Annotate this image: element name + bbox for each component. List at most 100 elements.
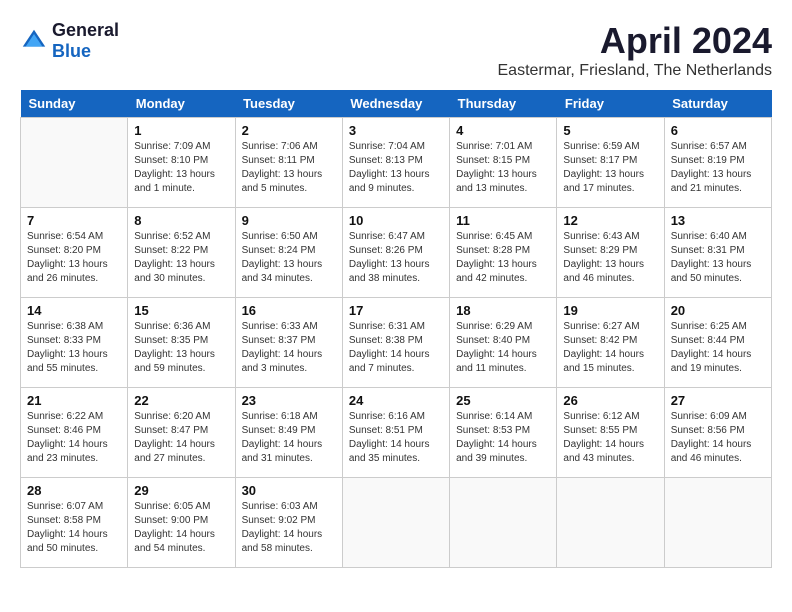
sunrise-text: Sunrise: 6:29 AM	[456, 320, 550, 334]
logo-icon	[20, 27, 48, 55]
day-number: 29	[134, 483, 228, 498]
sunrise-text: Sunrise: 6:45 AM	[456, 230, 550, 244]
calendar-cell	[21, 118, 128, 208]
calendar-body: 1 Sunrise: 7:09 AM Sunset: 8:10 PM Dayli…	[21, 118, 772, 568]
calendar-cell: 1 Sunrise: 7:09 AM Sunset: 8:10 PM Dayli…	[128, 118, 235, 208]
cell-info: Sunrise: 6:33 AM Sunset: 8:37 PM Dayligh…	[242, 320, 336, 376]
daylight-text: Daylight: 13 hours and 17 minutes.	[563, 168, 657, 196]
sunset-text: Sunset: 8:20 PM	[27, 244, 121, 258]
daylight-text: Daylight: 13 hours and 59 minutes.	[134, 348, 228, 376]
sunset-text: Sunset: 8:29 PM	[563, 244, 657, 258]
cell-info: Sunrise: 6:52 AM Sunset: 8:22 PM Dayligh…	[134, 230, 228, 286]
sunset-text: Sunset: 8:51 PM	[349, 424, 443, 438]
cell-info: Sunrise: 6:09 AM Sunset: 8:56 PM Dayligh…	[671, 410, 765, 466]
calendar-cell: 21 Sunrise: 6:22 AM Sunset: 8:46 PM Dayl…	[21, 388, 128, 478]
daylight-text: Daylight: 14 hours and 54 minutes.	[134, 528, 228, 556]
calendar-cell	[450, 478, 557, 568]
weekday-header-cell: Wednesday	[342, 90, 449, 118]
sunrise-text: Sunrise: 6:31 AM	[349, 320, 443, 334]
sunrise-text: Sunrise: 6:03 AM	[242, 500, 336, 514]
weekday-header-cell: Friday	[557, 90, 664, 118]
daylight-text: Daylight: 13 hours and 50 minutes.	[671, 258, 765, 286]
sunrise-text: Sunrise: 6:27 AM	[563, 320, 657, 334]
cell-info: Sunrise: 6:29 AM Sunset: 8:40 PM Dayligh…	[456, 320, 550, 376]
calendar-cell: 16 Sunrise: 6:33 AM Sunset: 8:37 PM Dayl…	[235, 298, 342, 388]
calendar-cell: 27 Sunrise: 6:09 AM Sunset: 8:56 PM Dayl…	[664, 388, 771, 478]
daylight-text: Daylight: 13 hours and 1 minute.	[134, 168, 228, 196]
daylight-text: Daylight: 13 hours and 21 minutes.	[671, 168, 765, 196]
cell-info: Sunrise: 6:05 AM Sunset: 9:00 PM Dayligh…	[134, 500, 228, 556]
calendar-cell: 15 Sunrise: 6:36 AM Sunset: 8:35 PM Dayl…	[128, 298, 235, 388]
sunset-text: Sunset: 8:53 PM	[456, 424, 550, 438]
cell-info: Sunrise: 6:27 AM Sunset: 8:42 PM Dayligh…	[563, 320, 657, 376]
calendar-cell: 5 Sunrise: 6:59 AM Sunset: 8:17 PM Dayli…	[557, 118, 664, 208]
day-number: 14	[27, 303, 121, 318]
sunrise-text: Sunrise: 6:43 AM	[563, 230, 657, 244]
day-number: 13	[671, 213, 765, 228]
cell-info: Sunrise: 6:03 AM Sunset: 9:02 PM Dayligh…	[242, 500, 336, 556]
sunset-text: Sunset: 8:13 PM	[349, 154, 443, 168]
weekday-header-cell: Sunday	[21, 90, 128, 118]
sunrise-text: Sunrise: 6:16 AM	[349, 410, 443, 424]
daylight-text: Daylight: 14 hours and 58 minutes.	[242, 528, 336, 556]
day-number: 26	[563, 393, 657, 408]
sunrise-text: Sunrise: 7:09 AM	[134, 140, 228, 154]
sunrise-text: Sunrise: 6:38 AM	[27, 320, 121, 334]
sunrise-text: Sunrise: 7:01 AM	[456, 140, 550, 154]
cell-info: Sunrise: 6:12 AM Sunset: 8:55 PM Dayligh…	[563, 410, 657, 466]
cell-info: Sunrise: 7:09 AM Sunset: 8:10 PM Dayligh…	[134, 140, 228, 196]
day-number: 3	[349, 123, 443, 138]
cell-info: Sunrise: 7:01 AM Sunset: 8:15 PM Dayligh…	[456, 140, 550, 196]
weekday-header-cell: Thursday	[450, 90, 557, 118]
sunset-text: Sunset: 8:35 PM	[134, 334, 228, 348]
daylight-text: Daylight: 14 hours and 27 minutes.	[134, 438, 228, 466]
cell-info: Sunrise: 6:47 AM Sunset: 8:26 PM Dayligh…	[349, 230, 443, 286]
calendar-cell: 12 Sunrise: 6:43 AM Sunset: 8:29 PM Dayl…	[557, 208, 664, 298]
day-number: 18	[456, 303, 550, 318]
sunset-text: Sunset: 8:47 PM	[134, 424, 228, 438]
cell-info: Sunrise: 6:22 AM Sunset: 8:46 PM Dayligh…	[27, 410, 121, 466]
sunset-text: Sunset: 8:55 PM	[563, 424, 657, 438]
calendar-cell: 24 Sunrise: 6:16 AM Sunset: 8:51 PM Dayl…	[342, 388, 449, 478]
cell-info: Sunrise: 6:18 AM Sunset: 8:49 PM Dayligh…	[242, 410, 336, 466]
calendar-cell: 30 Sunrise: 6:03 AM Sunset: 9:02 PM Dayl…	[235, 478, 342, 568]
daylight-text: Daylight: 13 hours and 26 minutes.	[27, 258, 121, 286]
sunrise-text: Sunrise: 7:06 AM	[242, 140, 336, 154]
sunset-text: Sunset: 8:58 PM	[27, 514, 121, 528]
day-number: 21	[27, 393, 121, 408]
sunrise-text: Sunrise: 6:50 AM	[242, 230, 336, 244]
sunset-text: Sunset: 8:19 PM	[671, 154, 765, 168]
daylight-text: Daylight: 14 hours and 15 minutes.	[563, 348, 657, 376]
calendar-cell: 20 Sunrise: 6:25 AM Sunset: 8:44 PM Dayl…	[664, 298, 771, 388]
calendar-cell: 3 Sunrise: 7:04 AM Sunset: 8:13 PM Dayli…	[342, 118, 449, 208]
sunset-text: Sunset: 9:00 PM	[134, 514, 228, 528]
sunrise-text: Sunrise: 7:04 AM	[349, 140, 443, 154]
calendar-table: SundayMondayTuesdayWednesdayThursdayFrid…	[20, 90, 772, 568]
cell-info: Sunrise: 6:59 AM Sunset: 8:17 PM Dayligh…	[563, 140, 657, 196]
day-number: 7	[27, 213, 121, 228]
calendar-cell: 22 Sunrise: 6:20 AM Sunset: 8:47 PM Dayl…	[128, 388, 235, 478]
day-number: 22	[134, 393, 228, 408]
day-number: 4	[456, 123, 550, 138]
sunrise-text: Sunrise: 6:25 AM	[671, 320, 765, 334]
cell-info: Sunrise: 7:04 AM Sunset: 8:13 PM Dayligh…	[349, 140, 443, 196]
day-number: 8	[134, 213, 228, 228]
sunset-text: Sunset: 8:38 PM	[349, 334, 443, 348]
sunrise-text: Sunrise: 6:18 AM	[242, 410, 336, 424]
sunrise-text: Sunrise: 6:36 AM	[134, 320, 228, 334]
sunrise-text: Sunrise: 6:59 AM	[563, 140, 657, 154]
cell-info: Sunrise: 6:36 AM Sunset: 8:35 PM Dayligh…	[134, 320, 228, 376]
sunset-text: Sunset: 8:22 PM	[134, 244, 228, 258]
daylight-text: Daylight: 14 hours and 19 minutes.	[671, 348, 765, 376]
day-number: 15	[134, 303, 228, 318]
weekday-header-row: SundayMondayTuesdayWednesdayThursdayFrid…	[21, 90, 772, 118]
calendar-cell: 17 Sunrise: 6:31 AM Sunset: 8:38 PM Dayl…	[342, 298, 449, 388]
calendar-cell: 26 Sunrise: 6:12 AM Sunset: 8:55 PM Dayl…	[557, 388, 664, 478]
calendar-cell	[664, 478, 771, 568]
daylight-text: Daylight: 13 hours and 55 minutes.	[27, 348, 121, 376]
day-number: 9	[242, 213, 336, 228]
calendar-cell: 2 Sunrise: 7:06 AM Sunset: 8:11 PM Dayli…	[235, 118, 342, 208]
calendar-cell: 29 Sunrise: 6:05 AM Sunset: 9:00 PM Dayl…	[128, 478, 235, 568]
daylight-text: Daylight: 14 hours and 43 minutes.	[563, 438, 657, 466]
sunset-text: Sunset: 8:46 PM	[27, 424, 121, 438]
